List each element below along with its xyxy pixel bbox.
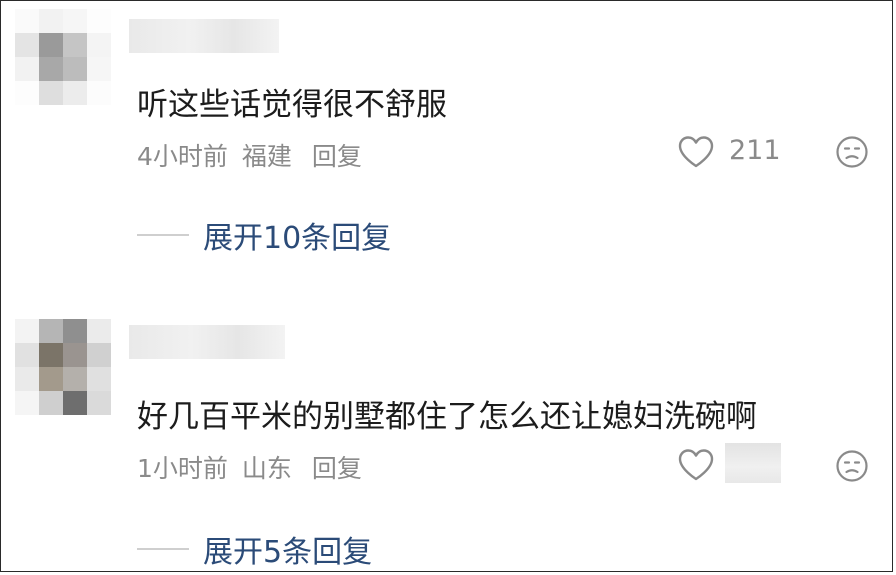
comment-meta: 4小时前 福建 回复 <box>137 137 376 173</box>
comment-time: 4小时前 <box>137 142 228 171</box>
reply-button[interactable]: 回复 <box>312 142 362 171</box>
reply-button[interactable]: 回复 <box>312 454 362 483</box>
comment-list: 听这些话觉得很不舒服 4小时前 福建 回复 211 展开10条回复 好几百平米的别墅… <box>0 0 893 572</box>
comment-text: 好几百平米的别墅都住了怎么还让媳妇洗碗啊 <box>137 399 757 435</box>
expand-replies-label[interactable]: 展开5条回复 <box>203 527 372 571</box>
like-count: 211 <box>729 135 781 166</box>
divider-line <box>137 548 189 550</box>
expand-replies-label[interactable]: 展开10条回复 <box>203 213 391 257</box>
comment-text: 听这些话觉得很不舒服 <box>137 87 447 123</box>
expand-replies-button[interactable]: 展开10条回复 <box>137 213 391 257</box>
username-redacted[interactable] <box>129 19 279 53</box>
avatar[interactable] <box>15 9 111 105</box>
avatar[interactable] <box>15 319 111 415</box>
like-count-redacted <box>725 443 781 483</box>
unhappy-face-icon[interactable] <box>835 449 869 483</box>
comment-meta: 1小时前 山东 回复 <box>137 449 376 485</box>
divider-line <box>137 234 189 236</box>
heart-outline-icon[interactable] <box>677 135 715 169</box>
comment-location: 山东 <box>241 454 292 483</box>
comment-location: 福建 <box>241 142 292 171</box>
username-redacted[interactable] <box>129 325 285 359</box>
expand-replies-button[interactable]: 展开5条回复 <box>137 527 372 571</box>
unhappy-face-icon[interactable] <box>835 135 869 169</box>
heart-outline-icon[interactable] <box>677 448 715 482</box>
comment-time: 1小时前 <box>137 454 228 483</box>
